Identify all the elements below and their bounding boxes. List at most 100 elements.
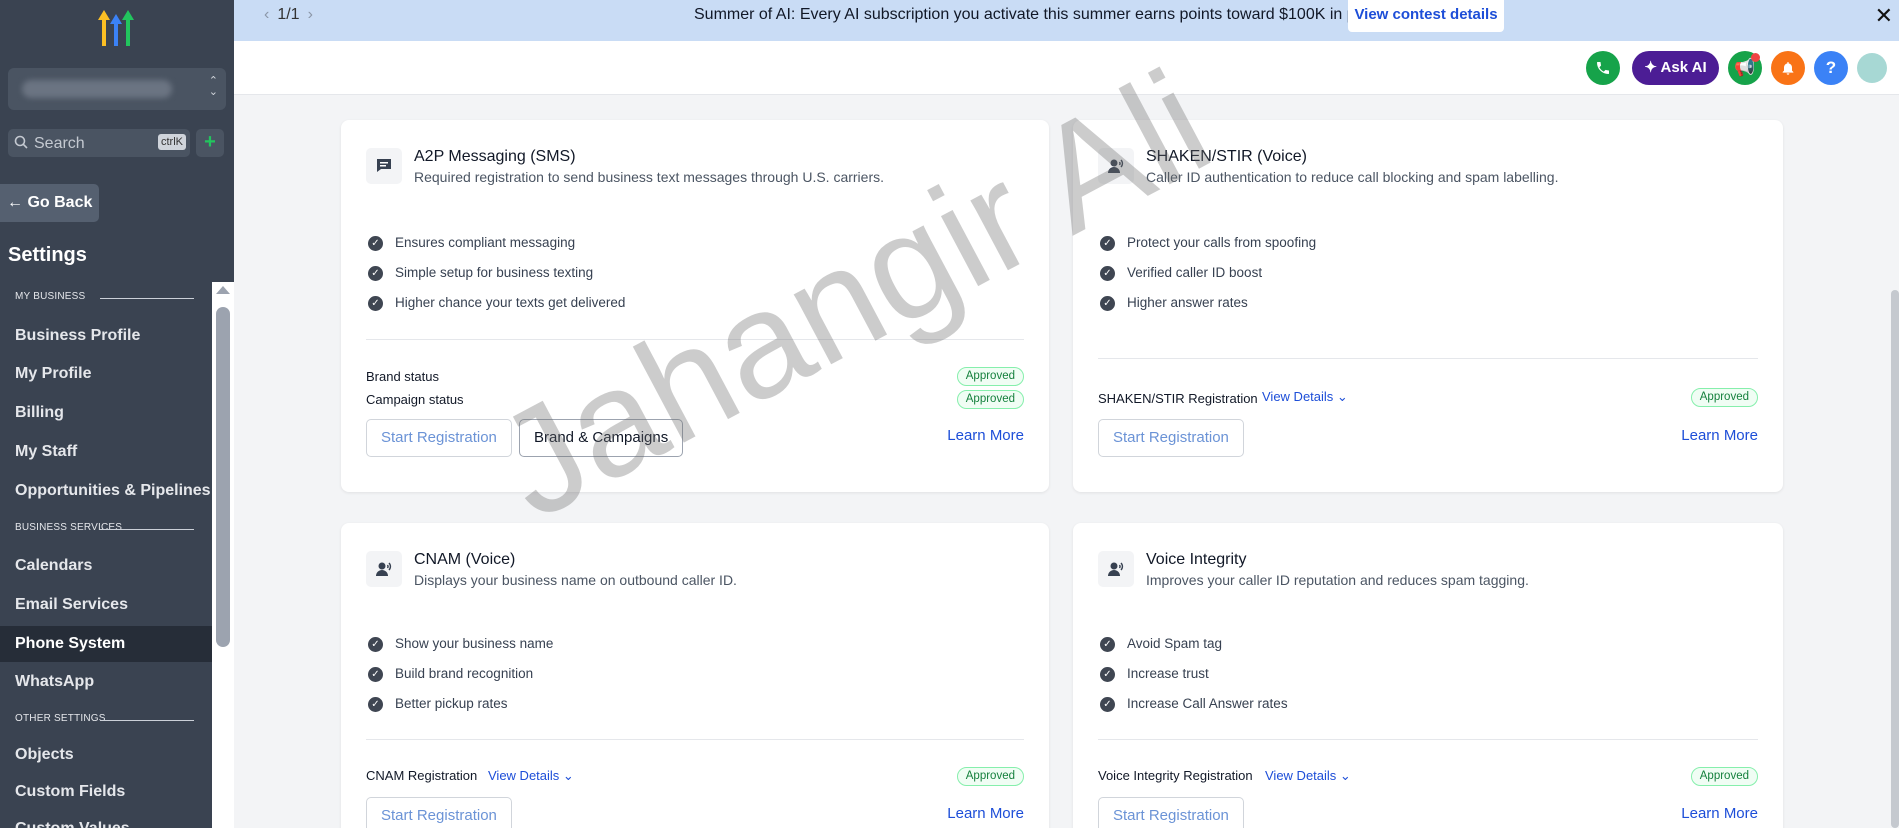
search-icon [14, 135, 28, 149]
chevron-right-icon[interactable]: › [308, 6, 313, 23]
app-logo-icon[interactable] [96, 8, 140, 48]
card-title: SHAKEN/STIR (Voice) [1146, 148, 1307, 165]
card-a2p-messaging: A2P Messaging (SMS) Required registratio… [341, 120, 1049, 492]
learn-more-link[interactable]: Learn More [1681, 805, 1758, 822]
view-details-link[interactable]: View Details ⌄ [1265, 768, 1351, 784]
start-registration-button[interactable]: Start Registration [1098, 419, 1244, 457]
search-shortcut: ctrlK [158, 134, 186, 150]
chevron-down-icon: ⌄ [562, 768, 574, 783]
phone-icon[interactable] [1586, 51, 1620, 85]
view-details-link[interactable]: View Details ⌄ [488, 768, 574, 784]
promo-banner: ‹ 1/1 › Summer of AI: Every AI subscriptio… [234, 0, 1899, 41]
learn-more-link[interactable]: Learn More [947, 805, 1024, 822]
pager-count: 1/1 [277, 6, 300, 23]
sidebar-item-custom-values[interactable]: Custom Values [0, 811, 212, 828]
check-circle-icon: ✓ [1100, 636, 1115, 652]
section-divider [100, 298, 194, 299]
sidebar-item-whatsapp[interactable]: WhatsApp [0, 664, 212, 700]
sidebar-item-calendars[interactable]: Calendars [0, 548, 212, 584]
feature-text: Increase Call Answer rates [1127, 696, 1288, 711]
feature-text: Higher chance your texts get delivered [395, 295, 626, 310]
registration-label: SHAKEN/STIR Registration [1098, 391, 1258, 406]
quick-add-button[interactable]: + [196, 129, 224, 157]
check-circle-icon: ✓ [368, 295, 383, 311]
chevron-left-icon[interactable]: ‹ [264, 6, 269, 23]
divider [366, 739, 1024, 740]
feature-item: ✓ Verified caller ID boost [1100, 265, 1262, 281]
brand-status-label: Brand status [366, 369, 439, 384]
help-icon[interactable]: ? [1814, 51, 1848, 85]
card-subtitle: Displays your business name on outbound … [414, 572, 737, 588]
sidebar-item-billing[interactable]: Billing [0, 395, 212, 431]
start-registration-button[interactable]: Start Registration [366, 419, 512, 457]
sidebar-item-phone-system[interactable]: Phone System [0, 626, 212, 662]
chevron-down-icon: ⌄ [1336, 389, 1348, 404]
main-scrollbar-thumb[interactable] [1891, 290, 1899, 828]
learn-more-link[interactable]: Learn More [947, 427, 1024, 444]
card-subtitle: Improves your caller ID reputation and r… [1146, 572, 1529, 588]
feature-item: ✓ Build brand recognition [368, 666, 533, 682]
sidebar-item-objects[interactable]: Objects [0, 737, 212, 773]
feature-text: Build brand recognition [395, 666, 534, 681]
bell-icon[interactable] [1771, 51, 1805, 85]
chevron-updown-icon: ⌃ ⌄ [208, 75, 218, 98]
scroll-up-arrow-icon[interactable] [216, 286, 230, 294]
search-input[interactable]: Search ctrlK [8, 129, 190, 157]
megaphone-icon[interactable]: 📢 [1728, 51, 1762, 85]
sidebar-scrollbar-thumb[interactable] [216, 307, 230, 647]
card-shaken-stir: SHAKEN/STIR (Voice) Caller ID authentica… [1073, 120, 1783, 492]
sidebar-item-business-profile[interactable]: Business Profile [0, 318, 212, 354]
start-registration-button[interactable]: Start Registration [1098, 797, 1244, 828]
close-icon[interactable]: ✕ [1875, 3, 1893, 29]
brand-campaigns-button[interactable]: Brand & Campaigns [519, 419, 684, 457]
card-title: CNAM (Voice) [414, 551, 516, 568]
learn-more-link[interactable]: Learn More [1681, 427, 1758, 444]
feature-text: Show your business name [395, 636, 554, 651]
sidebar-item-opportunities[interactable]: Opportunities & Pipelines [0, 473, 212, 509]
sidebar-item-custom-fields[interactable]: Custom Fields [0, 774, 212, 810]
status-badge: Approved [1690, 767, 1758, 786]
sidebar-item-my-profile[interactable]: My Profile [0, 356, 212, 392]
check-circle-icon: ✓ [368, 265, 383, 281]
feature-text: Avoid Spam tag [1127, 636, 1223, 651]
feature-item: ✓ Increase Call Answer rates [1100, 696, 1288, 712]
avatar[interactable] [1857, 53, 1887, 83]
sidebar-item-my-staff[interactable]: My Staff [0, 434, 212, 470]
check-circle-icon: ✓ [368, 666, 383, 682]
check-circle-icon: ✓ [1100, 265, 1115, 281]
status-badge: Approved [1690, 388, 1758, 407]
view-details-link[interactable]: View Details ⌄ [1262, 389, 1348, 405]
feature-item: ✓ Increase trust [1100, 666, 1209, 682]
feature-item: ✓ Avoid Spam tag [1100, 636, 1222, 652]
card-cnam: CNAM (Voice) Displays your business name… [341, 523, 1049, 828]
section-divider [100, 720, 194, 721]
feature-item: ✓ Higher chance your texts get delivered [368, 295, 625, 311]
section-divider [100, 529, 194, 530]
feature-text: Higher answer rates [1127, 295, 1248, 310]
location-name-blurred [22, 80, 172, 98]
feature-text: Increase trust [1127, 666, 1209, 681]
campaign-status-label: Campaign status [366, 392, 464, 407]
voice-user-icon [1098, 148, 1134, 184]
go-back-button[interactable]: ← Go Back [0, 184, 99, 222]
location-switcher[interactable]: ⌃ ⌄ [8, 68, 226, 110]
section-label-other-settings: OTHER SETTINGS [15, 713, 106, 724]
ask-ai-button[interactable]: ✦ Ask AI [1632, 51, 1719, 85]
voice-user-icon [366, 551, 402, 587]
chat-icon [366, 148, 402, 184]
check-circle-icon: ✓ [1100, 295, 1115, 311]
feature-text: Ensures compliant messaging [395, 235, 576, 250]
voice-user-icon [1098, 551, 1134, 587]
card-subtitle: Required registration to send business t… [414, 169, 885, 185]
sidebar-item-email-services[interactable]: Email Services [0, 587, 212, 623]
status-badge: Approved [956, 367, 1024, 386]
feature-item: ✓ Simple setup for business texting [368, 265, 593, 281]
section-label-my-business: MY BUSINESS [15, 291, 86, 302]
view-contest-button[interactable]: View contest details [1348, 0, 1504, 32]
start-registration-button[interactable]: Start Registration [366, 797, 512, 828]
view-details-label: View Details [488, 768, 560, 783]
card-title: A2P Messaging (SMS) [414, 148, 576, 165]
card-title: Voice Integrity [1146, 551, 1247, 568]
check-circle-icon: ✓ [368, 636, 383, 652]
section-label-business-services: BUSINESS SERVICES [15, 522, 123, 533]
